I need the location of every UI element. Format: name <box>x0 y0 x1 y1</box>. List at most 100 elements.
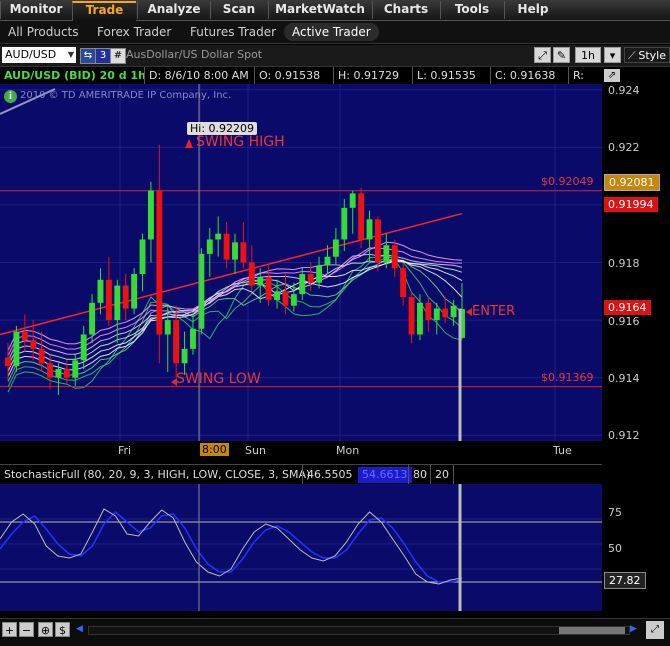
candle-body <box>63 369 70 378</box>
info-symbol: AUD/USD (BID) 20 d 1h <box>4 69 146 82</box>
horizontal-scrollbar[interactable] <box>88 626 630 635</box>
scroll-right-icon[interactable]: ▶ <box>630 624 637 634</box>
info-high: H: 0.91729 <box>333 67 403 84</box>
candle-body <box>139 239 146 275</box>
candle-body <box>391 245 398 269</box>
info-range: R: 0.00194 <box>568 67 609 84</box>
style-button[interactable]: ⟋ Style <box>624 47 670 63</box>
axis-corner <box>602 441 670 463</box>
tab-trade[interactable]: Trade <box>72 1 136 21</box>
time-axis: Fri 8:00 Sun Mon Tue <box>0 441 602 463</box>
price-tag-3: 0.9164 <box>604 300 651 315</box>
price-chart-area[interactable]: i 2010 © TD AMERITRADE IP Company, Inc. … <box>0 84 602 441</box>
tab-tools[interactable]: Tools <box>440 1 503 19</box>
stoch-tick-50: 50 <box>608 542 622 555</box>
chart-settings-icon[interactable]: ⇗ <box>604 69 620 82</box>
timeframe-button[interactable]: 1h <box>575 47 601 63</box>
candle-body <box>257 276 264 286</box>
candle-body <box>274 291 280 300</box>
candle-body <box>450 305 457 318</box>
dollar-icon[interactable]: $ <box>55 622 70 637</box>
price-axis: 0.924 0.922 0.92 0.918 0.916 0.914 0.912… <box>602 84 670 442</box>
symbol-description: AusDollar/US Dollar Spot <box>126 48 263 61</box>
candle-body <box>97 279 104 303</box>
symbol-link-icon[interactable]: ⇆ <box>80 48 96 64</box>
candle-body <box>72 360 79 378</box>
candle-body <box>442 308 449 318</box>
drawing-tools-icon[interactable]: ⤢ <box>534 47 551 63</box>
candle-body <box>290 294 297 306</box>
xtick-sun: Sun <box>245 444 266 457</box>
xtick-8am: 8:00 <box>200 443 229 456</box>
subtab-active-trader[interactable]: Active Trader <box>284 23 379 41</box>
symbol-input[interactable]: AUD/USD ▼ <box>2 47 76 63</box>
tab-help[interactable]: Help <box>504 1 561 19</box>
info-open: O: 0.91538 <box>254 67 324 84</box>
candle-body <box>383 245 390 263</box>
ytick-0916: 0.916 <box>608 315 640 328</box>
info-close: C: 0.91638 <box>490 67 559 84</box>
stochastic-k-value: 46.5505 <box>302 465 357 485</box>
price-info-bar: AUD/USD (BID) 20 d 1h D: 8/6/10 8:00 AM … <box>0 67 602 84</box>
scrollbar-thumb[interactable] <box>559 627 625 634</box>
candle-body <box>156 190 163 335</box>
enter-label: ENTER <box>472 304 516 319</box>
ytick-0922: 0.922 <box>608 141 640 154</box>
candle-body <box>122 285 129 309</box>
stochastic-pane[interactable] <box>0 484 602 611</box>
stochastic-overbought: 80 <box>408 465 431 485</box>
subtab-all-products[interactable]: All Products <box>0 23 87 41</box>
candle-body <box>47 363 53 378</box>
candle-body <box>30 340 37 349</box>
ytick-0924: 0.924 <box>608 84 640 97</box>
candle-body <box>433 308 440 321</box>
subtab-forex-trader[interactable]: Forex Trader <box>89 23 179 41</box>
candle-body <box>38 348 45 364</box>
pencil-icon[interactable]: ✎ <box>553 47 570 63</box>
candle-body <box>114 285 121 321</box>
price-chart-svg <box>0 84 602 441</box>
hash-button[interactable]: # <box>110 48 126 64</box>
candle-body <box>190 328 196 349</box>
zoom-in-icon[interactable]: + <box>2 622 17 637</box>
trend-line <box>0 212 463 336</box>
candle-body <box>89 302 96 335</box>
subtab-futures-trader[interactable]: Futures Trader <box>182 23 284 41</box>
tab-charts[interactable]: Charts <box>372 1 439 19</box>
crosshair-icon[interactable]: ⊕ <box>38 622 53 637</box>
candle-body <box>215 233 222 240</box>
stochastic-d-value: 54.6613 <box>358 467 412 483</box>
scroll-left-icon[interactable]: ◀ <box>76 624 83 634</box>
swing-low-label: SWING LOW <box>176 371 261 387</box>
chevron-down-icon[interactable]: ▼ <box>68 47 74 63</box>
stochastic-header: StochasticFull (80, 20, 9, 3, HIGH, LOW,… <box>0 464 602 485</box>
chart-toolbar: AUD/USD ▼ ⇆ 3 # AusDollar/US Dollar Spot… <box>0 45 670 67</box>
tab-monitor[interactable]: Monitor <box>0 1 71 19</box>
candle-body <box>265 276 272 300</box>
candle-body <box>181 348 188 364</box>
xtick-tue: Tue <box>553 444 572 457</box>
copyright-text: 2010 © TD AMERITRADE IP Company, Inc. <box>20 90 232 101</box>
stochastic-title[interactable]: StochasticFull (80, 20, 9, 3, HIGH, LOW,… <box>4 465 310 485</box>
tab-scan[interactable]: Scan <box>210 1 267 19</box>
candle-body <box>131 274 138 309</box>
candle-body <box>366 219 373 240</box>
tab-marketwatch[interactable]: MarketWatch <box>268 1 371 19</box>
zoom-out-icon[interactable]: − <box>19 622 34 637</box>
expand-icon[interactable]: ⤢ <box>646 621 664 639</box>
info-low: L: 0.91535 <box>412 67 480 84</box>
candle-body <box>408 297 415 335</box>
candle-body <box>105 279 112 321</box>
candle-body <box>299 274 306 295</box>
candle-body <box>240 242 247 263</box>
xtick-mon: Mon <box>336 444 360 457</box>
candle-body <box>374 219 381 263</box>
stochastic-value-tag: 27.82 <box>604 572 646 589</box>
candle-body <box>13 331 20 367</box>
tab-analyze[interactable]: Analyze <box>137 1 210 19</box>
timeframe-dropdown-icon[interactable]: ▾ <box>604 47 621 63</box>
link-group-number[interactable]: 3 <box>95 48 111 64</box>
info-circle-icon[interactable]: i <box>4 90 17 103</box>
candle-body <box>5 357 11 367</box>
symbol-value: AUD/USD <box>5 48 57 61</box>
